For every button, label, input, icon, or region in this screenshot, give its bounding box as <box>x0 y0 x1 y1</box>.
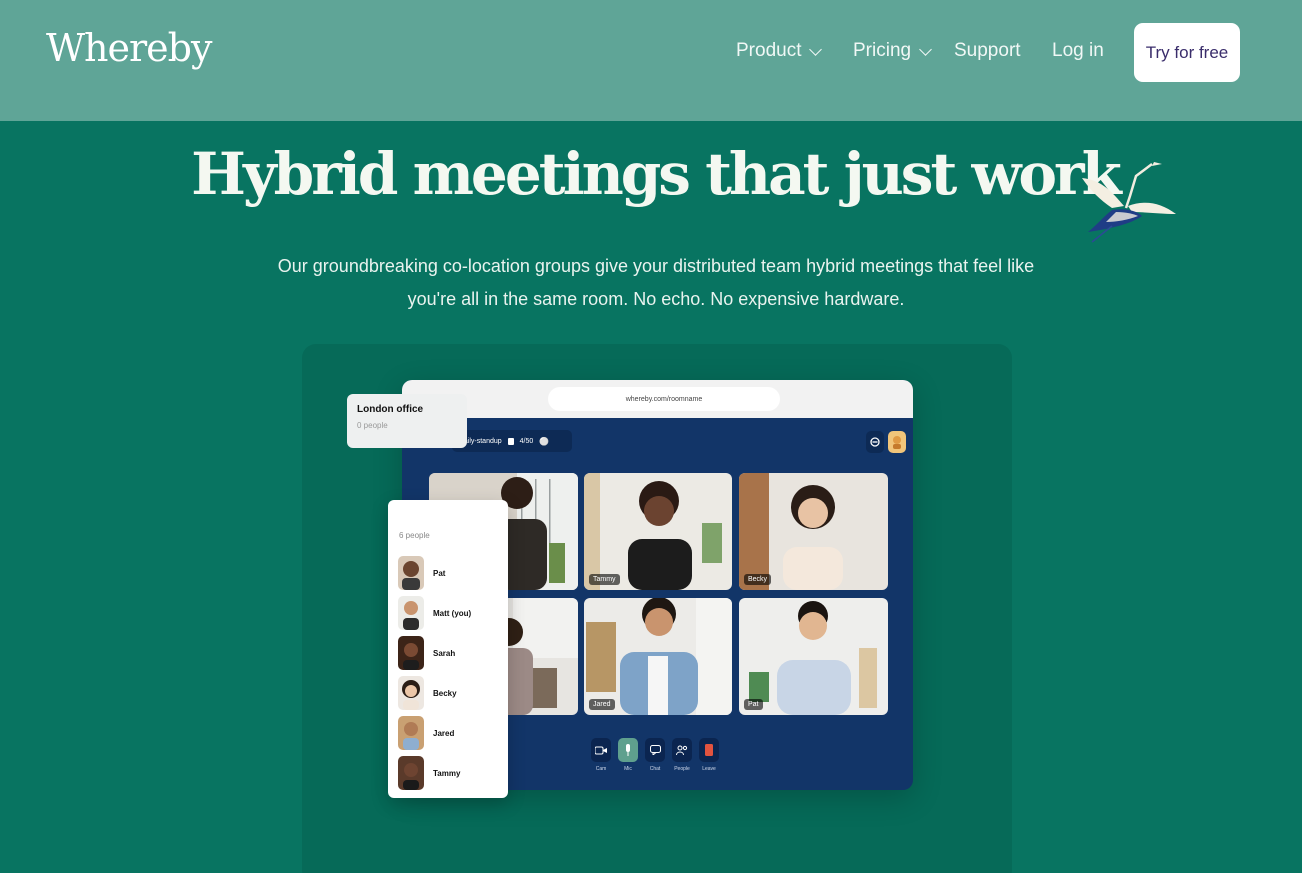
location-title: London office <box>357 404 424 415</box>
participant-item[interactable]: Pat <box>398 556 445 590</box>
chevron-down-icon <box>919 42 932 56</box>
participant-name: Becky <box>433 688 457 698</box>
nav-pricing-label: Pricing <box>853 40 912 61</box>
crane-illustration <box>1082 162 1176 243</box>
video-tile: Becky <box>739 473 888 590</box>
mic-icon <box>618 738 638 762</box>
avatar <box>398 596 424 630</box>
chevron-down-icon <box>809 42 823 56</box>
room-count: 4/50 <box>519 437 534 445</box>
location-people: 0 people <box>357 421 388 430</box>
tile-label-pat: Pat <box>744 699 763 710</box>
video-tile: Jared <box>584 598 732 715</box>
header: Whereby Product Pricing Support Log in T… <box>0 0 1302 121</box>
participant-name: Pat <box>433 568 446 578</box>
leave-button[interactable]: Leave <box>698 738 720 780</box>
nav-support-label: Support <box>954 40 1021 61</box>
participant-item[interactable]: Becky <box>398 676 457 710</box>
avatar <box>398 636 424 670</box>
nav-login-label: Log in <box>1052 40 1104 61</box>
cam-button[interactable]: Cam <box>590 738 612 780</box>
tile-label-tammy: Tammy <box>589 574 620 585</box>
participant-video <box>739 598 888 715</box>
participant-item[interactable]: Sarah <box>398 636 455 670</box>
leave-icon <box>699 738 719 762</box>
participant-name: Jared <box>433 728 455 738</box>
nav-product-label: Product <box>736 40 802 61</box>
avatar <box>398 756 424 790</box>
nav-product[interactable]: Product <box>736 40 823 62</box>
participant-video <box>584 598 732 715</box>
avatar <box>398 676 424 710</box>
avatar <box>398 716 424 750</box>
participant-video <box>584 473 732 590</box>
participants-panel: 6 people Pat Matt (you) Sarah Becky Jare… <box>388 500 508 798</box>
chat-label: Chat <box>649 766 661 772</box>
browser-bar: whereby.com/roomname <box>402 380 913 418</box>
url-bar[interactable]: whereby.com/roomname <box>548 387 780 411</box>
participant-item[interactable]: Matt (you) <box>398 596 471 630</box>
participants-count: 6 people <box>399 531 430 540</box>
participant-item[interactable]: Jared <box>398 716 454 750</box>
leave-label: Leave <box>702 766 716 772</box>
room-name-pill[interactable]: daily-standup 4/50 ⚪ <box>452 430 572 452</box>
avatar <box>398 556 424 590</box>
people-icon: ⚪ <box>539 436 550 446</box>
camera-icon <box>591 738 611 762</box>
people-button[interactable]: People <box>671 738 693 780</box>
try-for-free-button[interactable]: Try for free <box>1134 23 1240 82</box>
nav-support[interactable]: Support <box>954 40 1021 62</box>
chat-icon <box>645 738 665 762</box>
settings-icon[interactable] <box>866 431 884 453</box>
lock-icon <box>507 437 514 445</box>
participant-name: Matt (you) <box>433 608 472 618</box>
video-tile: Tammy <box>584 473 732 590</box>
hero-subtitle: Our groundbreaking co-location groups gi… <box>277 256 1035 309</box>
cam-label: Cam <box>595 766 607 772</box>
mic-label: Mic <box>624 766 632 772</box>
call-controls: Cam Mic Chat People Leave <box>590 738 730 780</box>
location-card[interactable]: London office 0 people <box>347 394 467 448</box>
logo[interactable]: Whereby <box>46 26 212 70</box>
chat-button[interactable]: Chat <box>644 738 666 780</box>
people-icon <box>672 738 692 762</box>
people-label: People <box>674 766 690 772</box>
mic-button[interactable]: Mic <box>617 738 639 780</box>
tile-label-jared: Jared <box>589 699 615 710</box>
nav-login[interactable]: Log in <box>1052 40 1104 62</box>
participant-name: Tammy <box>433 768 461 778</box>
video-tile: Pat <box>739 598 888 715</box>
participant-video <box>739 473 888 590</box>
tile-label-becky: Becky <box>744 574 772 585</box>
participant-item[interactable]: Tammy <box>398 756 460 790</box>
nav-pricing[interactable]: Pricing <box>853 40 932 62</box>
participant-name: Sarah <box>433 648 456 658</box>
self-avatar-icon[interactable] <box>888 431 906 453</box>
